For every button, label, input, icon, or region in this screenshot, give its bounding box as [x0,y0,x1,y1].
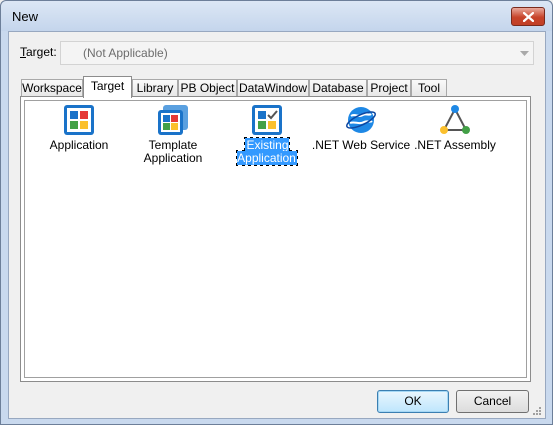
tab-database[interactable]: Database [309,79,367,97]
item-label: .NET Assembly [414,138,496,152]
target-dropdown-value: (Not Applicable) [83,46,168,60]
cancel-button[interactable]: Cancel [456,390,529,413]
tab-tool[interactable]: Tool [411,79,447,97]
new-dialog: New Target: (Not Applicable) Workspace T… [0,0,553,425]
tab-library[interactable]: Library [132,79,178,97]
tab-workspace[interactable]: Workspace [21,79,83,97]
tab-pb-object[interactable]: PB Object [178,79,237,97]
target-tab-panel: Application Template Application Existin… [20,96,531,382]
template-application-icon [158,105,188,135]
dialog-client-area: Target: (Not Applicable) Workspace Targe… [8,31,546,419]
resize-grip-icon[interactable] [531,405,542,416]
target-label: Target: [20,45,57,59]
title-bar[interactable]: New [1,1,552,31]
net-assembly-icon [440,105,470,134]
item-list-view: Application Template Application Existin… [24,100,527,378]
item-label: Template Application [143,138,203,165]
chevron-down-icon [520,51,529,56]
ok-button[interactable]: OK [377,390,449,413]
item-label: Application [49,138,109,152]
close-icon [523,12,534,22]
tab-target[interactable]: Target [83,76,132,98]
tab-project[interactable]: Project [367,79,411,97]
item-label: .NET Web Service [311,138,411,152]
net-web-service-icon [346,107,376,133]
existing-application-icon [252,105,282,135]
window-title: New [12,9,39,24]
item-label: Existing Application [236,137,298,166]
tab-datawindow[interactable]: DataWindow [237,79,309,97]
application-icon [64,105,94,135]
target-dropdown[interactable]: (Not Applicable) [60,41,534,65]
close-button[interactable] [511,7,545,26]
